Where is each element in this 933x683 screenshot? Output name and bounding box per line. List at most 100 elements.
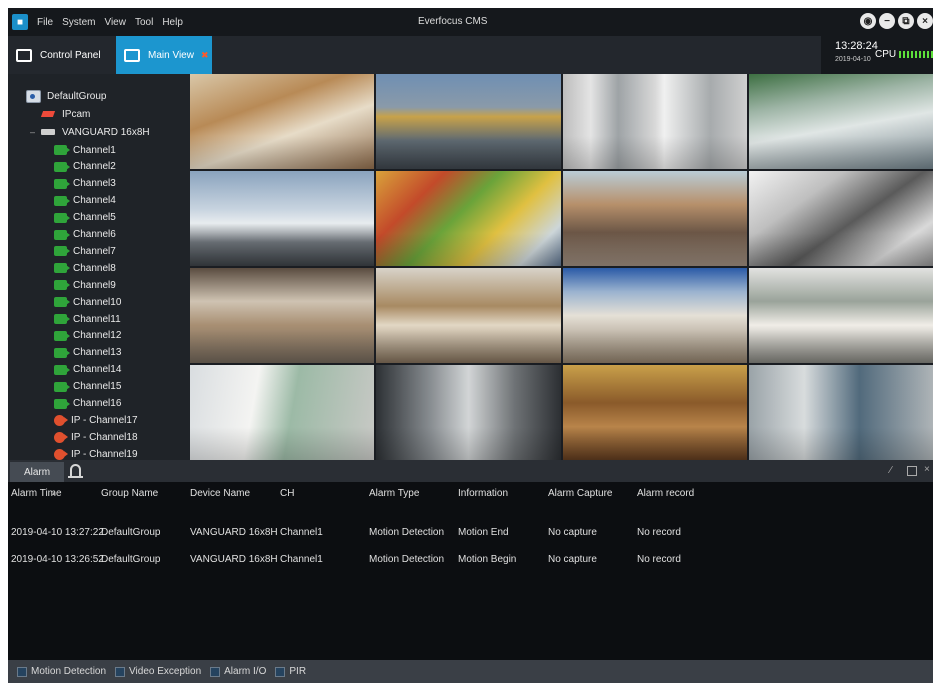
table-cell: No capture	[548, 527, 597, 538]
video-tile-11[interactable]	[562, 268, 747, 363]
tab-control-panel[interactable]: Control Panel	[8, 36, 113, 74]
grid-icon	[16, 48, 32, 62]
menu-help[interactable]: Help	[162, 17, 183, 28]
tree-channel-label: Channel4	[73, 195, 116, 207]
camera-icon	[54, 229, 70, 240]
menu-tool[interactable]: Tool	[135, 17, 153, 28]
legend-pir[interactable]: PIR	[275, 666, 306, 677]
legend-swatch	[210, 666, 221, 677]
video-tile-10[interactable]	[376, 268, 561, 363]
collapse-icon[interactable]: –	[30, 127, 35, 137]
video-tile-14[interactable]	[376, 365, 561, 460]
tree-channel-label: Channel13	[73, 347, 122, 359]
tree-group[interactable]: DefaultGroup	[26, 88, 106, 104]
tree-channel-label: Channel14	[73, 364, 122, 376]
video-tile-5[interactable]	[190, 171, 375, 266]
camera-icon	[54, 246, 70, 257]
tree-channel[interactable]: Channel4	[54, 193, 116, 209]
tree-channel-label: Channel1	[73, 144, 116, 156]
tree-channel[interactable]: Channel7	[54, 243, 116, 259]
alarm-panel-header: Alarm ∕ ×	[8, 460, 933, 482]
restore-icon[interactable]: ⧉	[898, 13, 914, 29]
tree-channel[interactable]: IP - Channel17	[54, 412, 138, 428]
column-header[interactable]: Alarm record	[637, 488, 694, 499]
column-header[interactable]: Device Name	[190, 488, 250, 499]
camera-icon	[54, 145, 70, 155]
tree-channel[interactable]: IP - Channel18	[54, 429, 138, 445]
tree-channel-label: Channel7	[73, 245, 116, 257]
video-tile-1[interactable]	[190, 74, 375, 169]
legend-video-exception[interactable]: Video Exception	[115, 666, 201, 677]
dvr-icon	[41, 129, 56, 135]
video-tile-16[interactable]	[748, 365, 933, 460]
tree-channel-label: Channel8	[73, 262, 116, 274]
video-tile-12[interactable]	[748, 268, 933, 363]
menu-system[interactable]: System	[62, 17, 95, 28]
cpu-label: CPU	[875, 49, 897, 60]
column-header[interactable]: Group Name	[101, 488, 158, 499]
bell-icon[interactable]	[68, 464, 83, 478]
video-tile-7[interactable]	[562, 171, 747, 266]
legend-alarm-io[interactable]: Alarm I/O	[210, 666, 266, 677]
cpu-meter	[899, 51, 933, 58]
window-controls: ◉ − ⧉ ×	[860, 13, 933, 29]
tree-channel[interactable]: Channel12	[54, 328, 121, 344]
table-row[interactable]: 2019-04-10 13:27:22 DefaultGroup VANGUAR…	[8, 527, 933, 543]
tree-channel[interactable]: Channel2	[54, 159, 116, 175]
tree-channel-label: Channel15	[73, 381, 122, 393]
tab-main-view[interactable]: Main View ✖	[116, 36, 212, 74]
legend-motion-detection[interactable]: Motion Detection	[17, 666, 106, 677]
tree-group-label: DefaultGroup	[47, 90, 107, 102]
tree-channel-label: Channel2	[73, 161, 116, 173]
pin-icon[interactable]: ∕	[890, 465, 892, 476]
table-cell: Channel1	[280, 554, 323, 565]
menu-view[interactable]: View	[104, 17, 126, 28]
tree-channel[interactable]: Channel14	[54, 362, 121, 378]
video-tile-8[interactable]	[748, 171, 933, 266]
menu-file[interactable]: File	[37, 17, 53, 28]
camera-icon	[54, 347, 70, 358]
tree-channel[interactable]: Channel16	[54, 396, 121, 412]
app-logo-icon: ■	[12, 14, 28, 30]
clock-date: 2019-04-10	[835, 56, 871, 63]
table-row[interactable]: 2019-04-10 13:26:52 DefaultGroup VANGUAR…	[8, 554, 933, 570]
table-cell: VANGUARD 16x8H	[190, 527, 278, 538]
table-cell: Motion Begin	[458, 554, 517, 565]
video-tile-9[interactable]	[190, 268, 375, 363]
panel-close-icon[interactable]: ×	[924, 464, 930, 475]
column-header[interactable]: Alarm Type	[369, 488, 419, 499]
tree-channel[interactable]: Channel15	[54, 379, 121, 395]
tab-close-icon[interactable]: ✖	[201, 50, 209, 61]
table-cell: DefaultGroup	[101, 554, 161, 565]
column-header[interactable]: Alarm Capture	[548, 488, 612, 499]
lock-icon[interactable]: ◉	[860, 13, 876, 29]
tree-channel[interactable]: IP - Channel19	[54, 446, 138, 460]
tree-device[interactable]: – VANGUARD 16x8H	[30, 124, 150, 140]
legend-label: Alarm I/O	[224, 666, 267, 677]
column-header[interactable]: CH	[280, 488, 294, 499]
tree-channel[interactable]: Channel10	[54, 294, 121, 310]
restore-panel-icon[interactable]	[907, 466, 917, 476]
tree-channel[interactable]: Channel8	[54, 260, 116, 276]
tree-channel[interactable]: Channel6	[54, 227, 116, 243]
video-tile-3[interactable]	[562, 74, 747, 169]
minimize-icon[interactable]: −	[879, 13, 895, 29]
tree-channel[interactable]: Channel5	[54, 210, 116, 226]
tree-channel[interactable]: Channel3	[54, 176, 116, 192]
tree-channel[interactable]: Channel9	[54, 277, 116, 293]
video-tile-4[interactable]	[748, 74, 933, 169]
camera-icon	[54, 297, 70, 308]
column-header[interactable]: Information	[458, 488, 508, 499]
tab-alarm[interactable]: Alarm	[10, 462, 64, 482]
tree-channel[interactable]: Channel11	[54, 311, 121, 327]
tree-ipcam[interactable]: IPcam	[40, 106, 90, 122]
tree-channel-label: Channel3	[73, 178, 116, 190]
video-tile-2[interactable]	[376, 74, 561, 169]
video-tile-15[interactable]	[562, 365, 747, 460]
video-tile-13[interactable]	[190, 365, 375, 460]
tree-channel[interactable]: Channel13	[54, 345, 121, 361]
tree-channel[interactable]: Channel1	[54, 142, 116, 158]
table-cell: Motion Detection	[369, 554, 445, 565]
close-icon[interactable]: ×	[917, 13, 933, 29]
video-tile-6[interactable]	[376, 171, 561, 266]
